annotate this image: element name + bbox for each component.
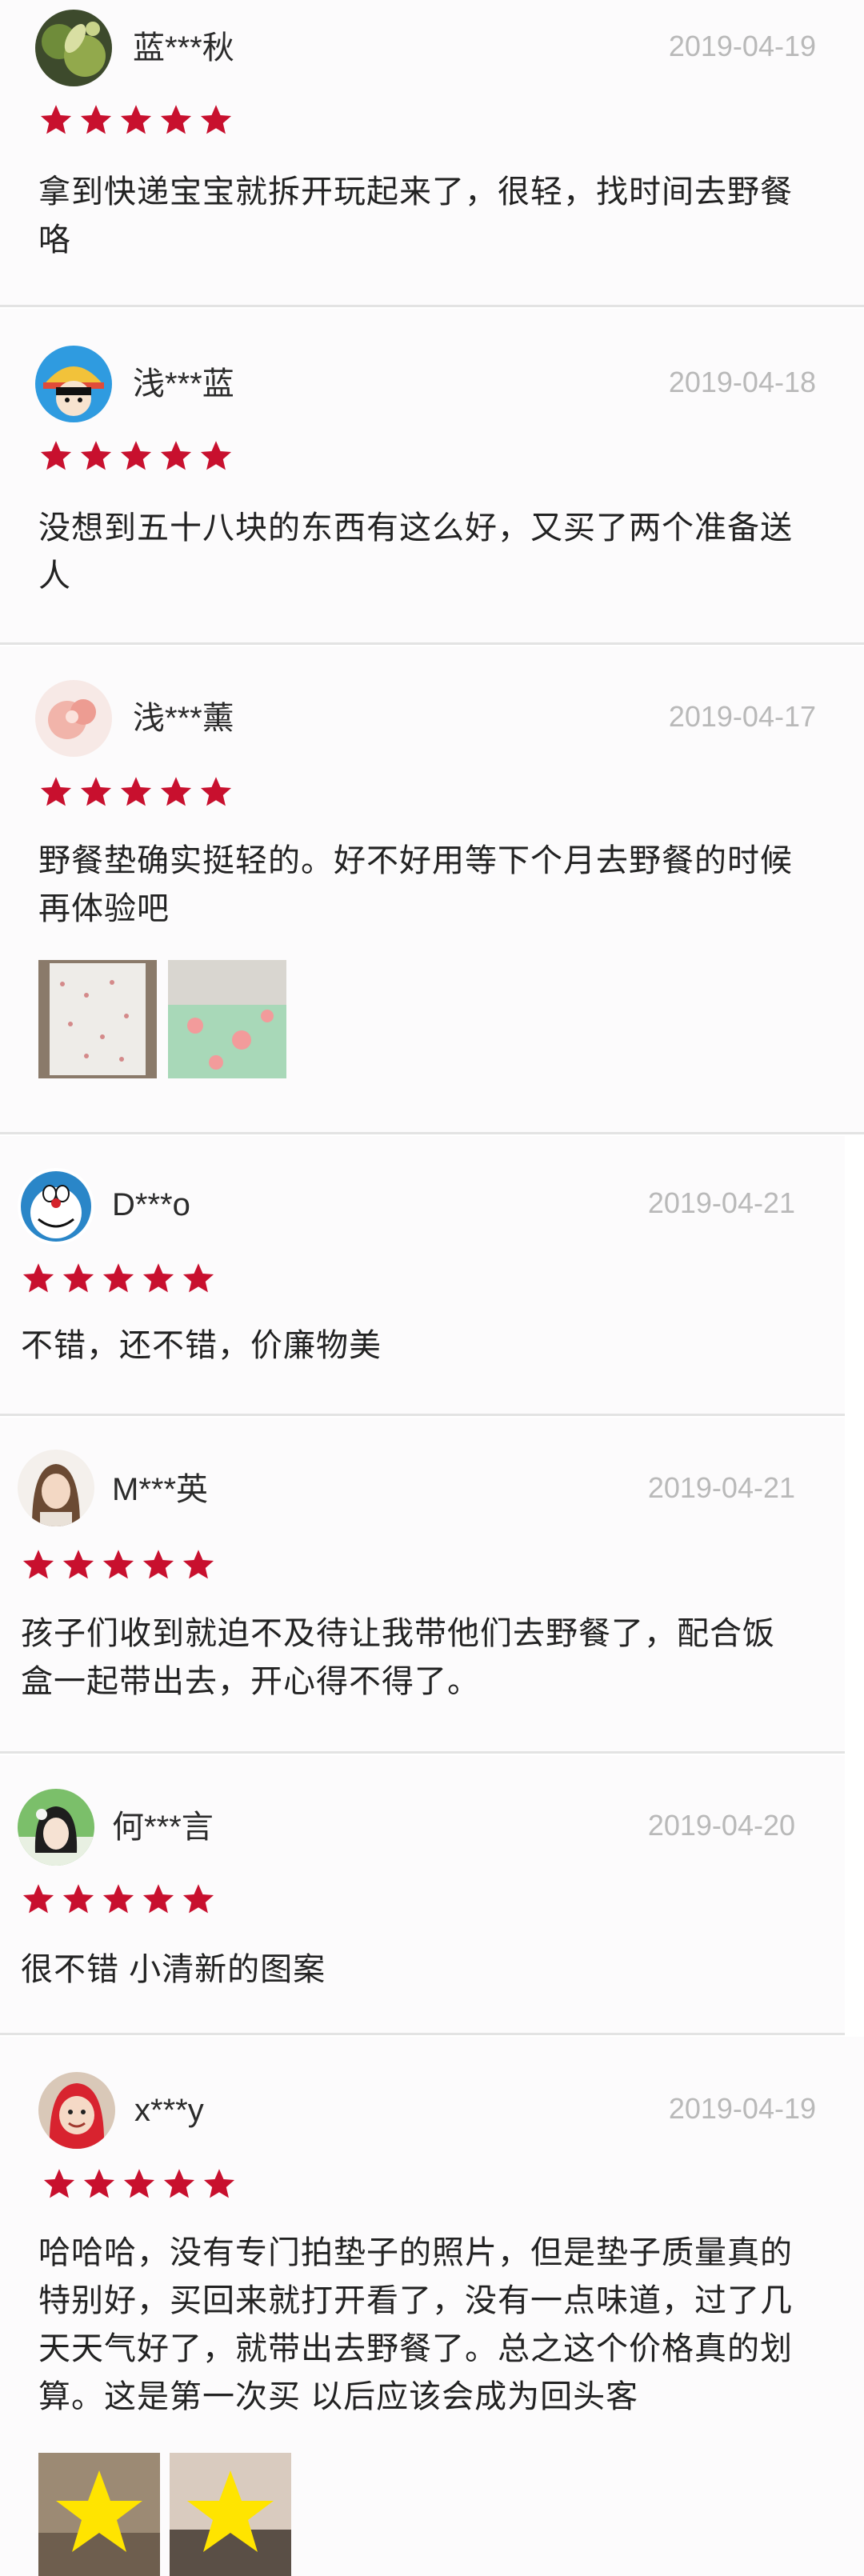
review-card: 何***言 2019-04-20 很不错 小清新的图案: [0, 1755, 845, 2035]
child-red-hood-avatar-icon[interactable]: [38, 2072, 115, 2149]
green-plant-avatar-icon[interactable]: [35, 10, 112, 86]
review-text-line: 再体验吧: [38, 891, 170, 926]
star-icon: [101, 1261, 136, 1296]
star-icon: [101, 1882, 136, 1917]
review-text-line: 没想到五十八块的东西有这么好，又买了两个准备送: [38, 510, 793, 546]
star-icon: [61, 1882, 96, 1917]
reviewer-name: 蓝***秋: [133, 30, 234, 66]
review-date: 2019-04-18: [668, 366, 816, 398]
doraemon-avatar-icon[interactable]: [18, 1168, 94, 1245]
review-text-line: 人: [38, 558, 71, 594]
review-date: 2019-04-21: [647, 1186, 795, 1219]
star-icon: [118, 102, 154, 138]
review-date: 2019-04-17: [668, 700, 816, 733]
star-rating: [38, 774, 234, 810]
pink-flower-avatar-icon[interactable]: [35, 680, 112, 757]
star-icon: [181, 1547, 216, 1582]
reviewer-name: 浅***薰: [133, 701, 234, 736]
star-icon: [38, 102, 74, 138]
star-icon: [122, 2166, 157, 2202]
star-rating: [38, 102, 234, 138]
reviewer-name: 何***言: [112, 1810, 214, 1845]
review-card: M***英 2019-04-21 孩子们收到就迫不及待让我带他们去野餐了，配合饭…: [0, 1418, 845, 1754]
reviewer-name: M***英: [112, 1472, 209, 1507]
star-icon: [42, 2166, 77, 2202]
review-text: 野餐垫确实挺轻的。好不好用等下个月去野餐的时候 再体验吧: [38, 837, 838, 933]
star-icon: [78, 102, 114, 138]
child-photo-star-covered[interactable]: [38, 2453, 160, 2576]
star-rating: [21, 1882, 216, 1917]
review-text-line: 孩子们收到就迫不及待让我带他们去野餐了，配合饭: [21, 1616, 775, 1651]
reviewer-name: D***o: [112, 1187, 190, 1222]
review-date: 2019-04-19: [668, 2092, 816, 2125]
star-icon: [118, 774, 154, 810]
star-icon: [158, 438, 194, 474]
star-icon: [21, 1547, 56, 1582]
review-text-line: 咯: [38, 222, 71, 258]
review-text: 拿到快递宝宝就拆开玩起来了，很轻，找时间去野餐 咯: [38, 168, 838, 264]
star-icon: [21, 1882, 56, 1917]
review-text: 孩子们收到就迫不及待让我带他们去野餐了，配合饭 盒一起带出去，开心得不得了。: [21, 1610, 829, 1706]
reviewer-name: x***y: [134, 2093, 204, 2128]
review-list: 蓝***秋 2019-04-19 拿到快递宝宝就拆开玩起来了，很轻，找时间去野餐…: [0, 0, 864, 2576]
star-rating: [21, 1547, 216, 1582]
review-text-line: 特别好，买回来就打开看了，没有一点味道，过了几: [38, 2283, 793, 2318]
star-icon: [118, 438, 154, 474]
star-icon: [61, 1547, 96, 1582]
star-icon: [141, 1547, 176, 1582]
review-text-line: 很不错 小清新的图案: [21, 1952, 326, 1987]
review-text: 没想到五十八块的东西有这么好，又买了两个准备送 人: [38, 504, 838, 600]
star-icon: [181, 1261, 216, 1296]
star-icon: [61, 1261, 96, 1296]
star-icon: [141, 1261, 176, 1296]
review-text-line: 天天气好了，就带出去野餐了。总之这个价格真的划: [38, 2331, 793, 2366]
star-icon: [78, 774, 114, 810]
star-icon: [158, 774, 194, 810]
star-icon: [38, 774, 74, 810]
review-card: 浅***蓝 2019-04-18 没想到五十八块的东西有这么好，又买了两个准备送…: [0, 309, 864, 645]
review-date: 2019-04-19: [668, 30, 816, 62]
review-card: 浅***薰 2019-04-17 野餐垫确实挺轻的。好不好用等下个月去野餐的时候…: [0, 646, 864, 1134]
review-text-line: 算。这是第一次买 以后应该会成为回头客: [38, 2379, 639, 2414]
star-icon: [198, 102, 234, 138]
star-icon: [198, 438, 234, 474]
star-icon: [141, 1882, 176, 1917]
star-icon: [181, 1882, 216, 1917]
star-icon: [101, 1547, 136, 1582]
child-photo-star-covered-2[interactable]: [170, 2453, 291, 2576]
star-icon: [198, 774, 234, 810]
star-rating: [42, 2166, 237, 2202]
star-icon: [38, 438, 74, 474]
star-icon: [82, 2166, 117, 2202]
reviewer-name: 浅***蓝: [133, 366, 234, 402]
star-rating: [21, 1261, 216, 1296]
review-card: D***o 2019-04-21 不错，还不错，价廉物美: [0, 1136, 845, 1416]
review-card: 蓝***秋 2019-04-19 拿到快递宝宝就拆开玩起来了，很轻，找时间去野餐…: [0, 0, 864, 307]
star-icon: [21, 1261, 56, 1296]
review-text: 哈哈哈，没有专门拍垫子的照片，但是垫子质量真的 特别好，买回来就打开看了，没有一…: [38, 2229, 846, 2421]
review-card: x***y 2019-04-19 哈哈哈，没有专门拍垫子的照片，但是垫子质量真的…: [0, 2037, 864, 2576]
review-text: 不错，还不错，价廉物美: [21, 1322, 821, 1370]
cartoon-girl-avatar-icon[interactable]: [35, 346, 112, 422]
star-icon: [162, 2166, 197, 2202]
green-floral-mat-photo[interactable]: [168, 960, 286, 1078]
star-icon: [158, 102, 194, 138]
star-icon: [202, 2166, 237, 2202]
star-rating: [38, 438, 234, 474]
review-text-line: 野餐垫确实挺轻的。好不好用等下个月去野餐的时候: [38, 843, 793, 878]
review-date: 2019-04-20: [647, 1809, 795, 1842]
review-text-line: 哈哈哈，没有专门拍垫子的照片，但是垫子质量真的: [38, 2235, 793, 2270]
review-text-line: 不错，还不错，价廉物美: [21, 1328, 382, 1363]
review-date: 2019-04-21: [647, 1471, 795, 1504]
woman-hair-flower-avatar-icon[interactable]: [18, 1789, 94, 1866]
star-icon: [78, 438, 114, 474]
woman-portrait-avatar-icon[interactable]: [18, 1450, 94, 1526]
review-text-line: 拿到快递宝宝就拆开玩起来了，很轻，找时间去野餐: [38, 174, 793, 210]
white-mat-photo[interactable]: [38, 960, 157, 1078]
review-text-line: 盒一起带出去，开心得不得了。: [21, 1664, 480, 1699]
review-text: 很不错 小清新的图案: [21, 1946, 821, 1994]
